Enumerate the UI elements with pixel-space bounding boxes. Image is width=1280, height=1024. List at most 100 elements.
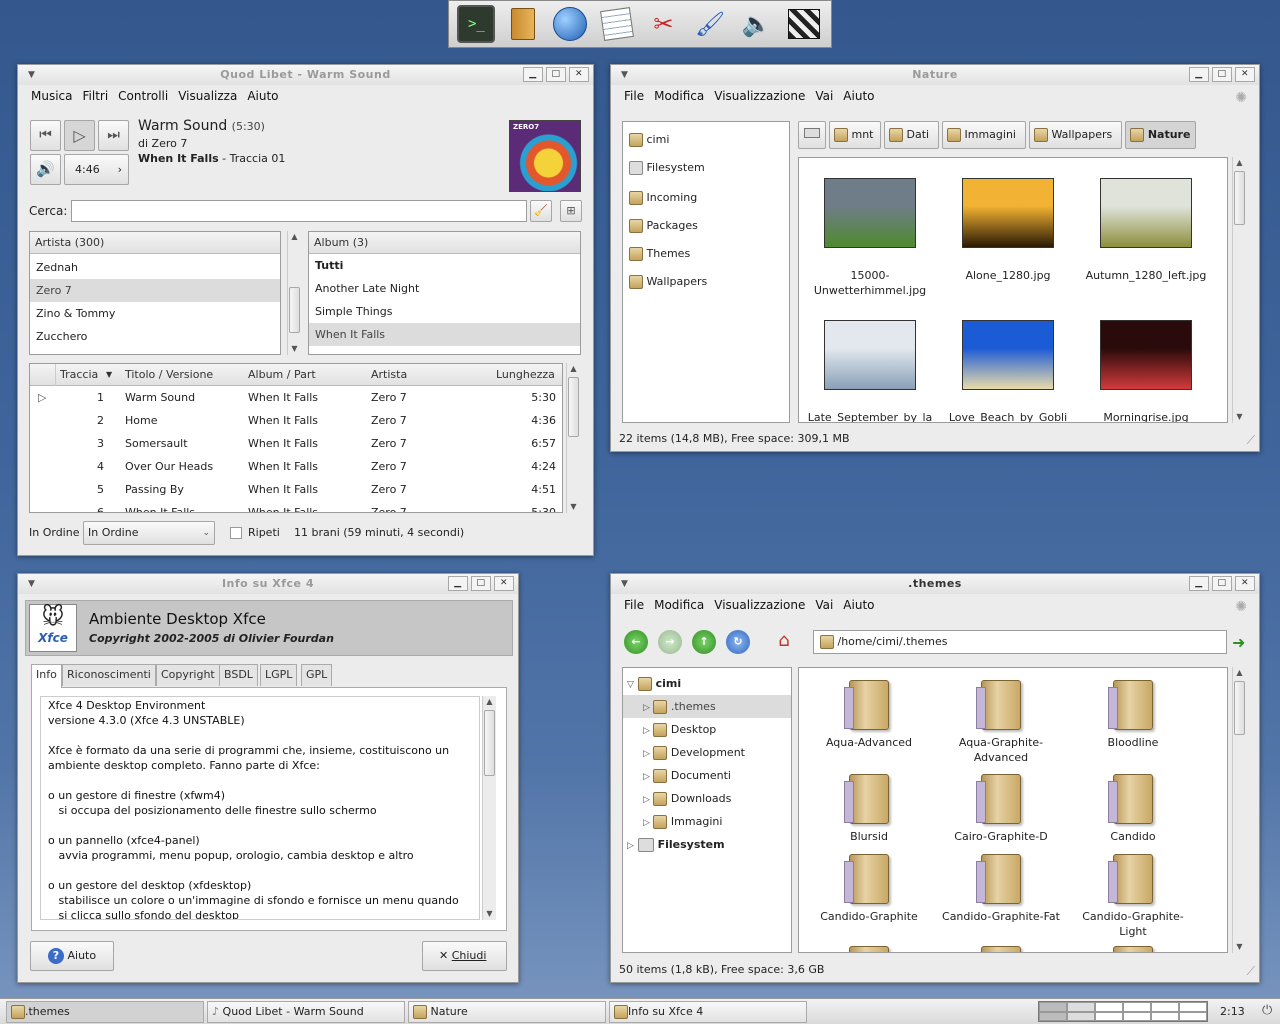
folder-item[interactable]: Bloodline (1069, 680, 1197, 750)
task-quodlibet[interactable]: ♪ Quod Libet - Warm Sound (207, 1001, 405, 1023)
file-item[interactable]: Love_Beach_by_Gobli (943, 320, 1073, 422)
tree-item-cimi[interactable]: ▽ cimi (623, 672, 791, 695)
folder-item[interactable]: Candido (1069, 774, 1197, 844)
minimize-button[interactable]: ▁ (448, 576, 468, 591)
file-cabinet-icon[interactable] (504, 5, 542, 43)
place-wallpapers[interactable]: Wallpapers (623, 268, 789, 296)
maximize-button[interactable]: □ (1212, 67, 1232, 82)
folder-item[interactable]: Cairo-Graphite-D (937, 774, 1065, 844)
folder-item[interactable]: Candido-Graphite (805, 854, 933, 924)
tree-item[interactable]: ▷ Desktop (623, 718, 791, 741)
folder-item[interactable]: Candido-Graphite- Light (1069, 854, 1197, 939)
artist-scrollbar[interactable]: ▲ ▼ (287, 231, 301, 355)
paint-icon[interactable]: 🖌 (691, 5, 729, 43)
tab-lgpl[interactable]: LGPL (260, 664, 298, 686)
tree-item[interactable]: ▷ .themes (623, 695, 791, 718)
speaker-icon[interactable]: 🔈 (738, 5, 776, 43)
minimize-button[interactable]: ▁ (1189, 576, 1209, 591)
path-button-immagini[interactable]: Immagini (942, 121, 1026, 149)
list-item[interactable]: Simple Things (309, 300, 580, 323)
menu-filtri[interactable]: Filtri (78, 89, 114, 103)
artist-header[interactable]: Artista (300) (30, 232, 280, 254)
path-root-button[interactable] (798, 121, 826, 149)
tree-item[interactable]: ▷ Development (623, 741, 791, 764)
place-incoming[interactable]: Incoming (623, 184, 789, 212)
search-input[interactable] (71, 200, 527, 222)
path-button-nature[interactable]: Nature (1125, 121, 1196, 149)
table-row[interactable]: 5 Passing By When It Falls Zero 7 4:51 (30, 478, 562, 501)
tab-copyright[interactable]: Copyright (156, 664, 220, 686)
table-row[interactable]: ▷ 1 Warm Sound When It Falls Zero 7 5:30 (30, 386, 562, 409)
tab-gpl[interactable]: GPL (301, 664, 333, 686)
window-titlebar[interactable]: ▼ Info su Xfce 4 ▁ □ ✕ (18, 574, 518, 594)
file-item[interactable]: Morningrise.jpg (1081, 320, 1211, 422)
album-cover[interactable]: ZERO7 (509, 120, 581, 192)
column-traccia[interactable]: Traccia (60, 364, 98, 386)
next-button[interactable]: ⏭ (98, 120, 129, 151)
menu-vai[interactable]: Vai (810, 598, 838, 612)
task-about[interactable]: Info su Xfce 4 (609, 1001, 807, 1023)
folder-scrollbar[interactable]: ▲ ▼ (1232, 667, 1246, 953)
tab-info[interactable]: Info (31, 664, 62, 688)
window-titlebar[interactable]: ▼ Quod Libet - Warm Sound ▁ □ ✕ (18, 65, 593, 85)
path-button-mnt[interactable]: mnt (829, 121, 881, 149)
menu-file[interactable]: File (619, 89, 649, 103)
minimize-button[interactable]: ▁ (1189, 67, 1209, 82)
list-item[interactable]: Another Late Night (309, 277, 580, 300)
task-themes[interactable]: .themes (6, 1001, 204, 1023)
go-icon[interactable]: ➜ (1232, 633, 1245, 652)
place-cimi[interactable]: cimi (623, 126, 789, 154)
menu-aiuto[interactable]: Aiuto (242, 89, 283, 103)
menu-modifica[interactable]: Modifica (649, 89, 709, 103)
folder-item[interactable]: Aqua-Advanced (805, 680, 933, 750)
close-button[interactable]: ✕ (1235, 67, 1255, 82)
list-item[interactable]: Zino & Tommy (30, 302, 280, 325)
window-menu-icon[interactable]: ▼ (621, 65, 628, 85)
order-select[interactable]: In Ordine ⌄ (83, 521, 215, 545)
minimize-button[interactable]: ▁ (523, 67, 543, 82)
menu-visualizzazione[interactable]: Visualizzazione (709, 598, 810, 612)
forward-icon[interactable]: → (658, 630, 682, 654)
play-button[interactable]: ▷ (64, 120, 95, 151)
tree-item-filesystem[interactable]: ▷ Filesystem (623, 833, 791, 856)
folder-item[interactable]: Candido-Graphite-Fat (937, 854, 1065, 924)
volume-button[interactable]: 🔊 (30, 154, 61, 185)
reload-icon[interactable]: ↻ (726, 630, 750, 654)
resize-grip-icon[interactable]: ⟋ (1247, 964, 1255, 979)
close-button[interactable]: ✕ (569, 67, 589, 82)
table-row[interactable]: 4 Over Our Heads When It Falls Zero 7 4:24 (30, 455, 562, 478)
tree-item[interactable]: ▷ Documenti (623, 764, 791, 787)
position-button[interactable]: 4:46 › (64, 154, 129, 185)
maximize-button[interactable]: □ (1212, 576, 1232, 591)
album-header[interactable]: Album (3) (309, 232, 580, 254)
file-item[interactable]: Autumn_1280_left.jpg (1081, 178, 1211, 283)
window-titlebar[interactable]: ▼ .themes ▁ □ ✕ (611, 574, 1259, 594)
location-field[interactable]: /home/cimi/.themes (813, 630, 1227, 654)
clock[interactable]: 2:13 (1220, 1005, 1245, 1018)
repeat-label[interactable]: Ripeti (248, 526, 280, 539)
clapperboard-icon[interactable] (785, 5, 823, 43)
tree-item[interactable]: ▷ Immagini (623, 810, 791, 833)
window-menu-icon[interactable]: ▼ (28, 65, 35, 85)
maximize-button[interactable]: □ (471, 576, 491, 591)
tab-riconoscimenti[interactable]: Riconoscimenti (62, 664, 156, 686)
window-menu-icon[interactable]: ▼ (28, 574, 35, 594)
menu-visualizza[interactable]: Visualizza (173, 89, 242, 103)
list-item[interactable]: Zero 7 (30, 279, 280, 302)
resize-grip-icon[interactable]: ⟋ (1247, 433, 1255, 448)
tree-item[interactable]: ▷ Downloads (623, 787, 791, 810)
menu-controlli[interactable]: Controlli (113, 89, 173, 103)
path-button-dati[interactable]: Dati (884, 121, 939, 149)
logout-icon[interactable]: ⏻ (1262, 1003, 1272, 1018)
menu-vai[interactable]: Vai (810, 89, 838, 103)
menu-file[interactable]: File (619, 598, 649, 612)
menu-musica[interactable]: Musica (26, 89, 78, 103)
terminal-icon[interactable]: >_ (457, 5, 496, 43)
file-item[interactable]: Alone_1280.jpg (943, 178, 1073, 283)
previous-button[interactable]: ⏮ (30, 120, 61, 151)
about-scrollbar[interactable]: ▲ ▼ (482, 696, 496, 920)
help-button[interactable]: ? Aiuto (30, 941, 114, 971)
file-item[interactable]: 15000- Unwetterhimmel.jpg (805, 178, 935, 298)
repeat-checkbox[interactable] (230, 527, 242, 539)
list-item[interactable]: Zednah (30, 256, 280, 279)
